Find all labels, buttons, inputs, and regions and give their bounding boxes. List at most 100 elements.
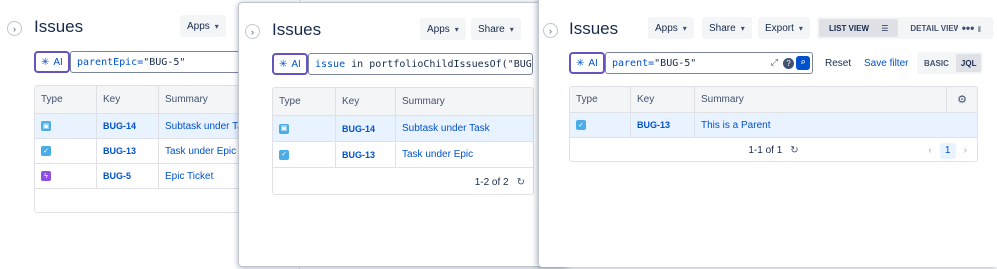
jql-query-input[interactable]: parentEpic= "BUG-5" xyxy=(70,51,250,73)
settings-sliders-icon: ⚙ xyxy=(957,94,967,106)
column-header-type[interactable]: Type xyxy=(570,87,631,112)
result-count: 1-1 of 1 xyxy=(748,145,783,156)
issue-summary[interactable]: Task under Epic xyxy=(396,142,533,167)
export-label: Export xyxy=(765,22,794,34)
chevron-down-icon: ▾ xyxy=(214,21,219,31)
subtask-icon: ▣ xyxy=(279,123,289,134)
ai-button[interactable]: ✳ AI xyxy=(272,53,308,75)
expand-sidebar-button[interactable]: › xyxy=(245,24,260,39)
help-icon[interactable]: ? xyxy=(783,57,794,69)
expand-sidebar-button[interactable]: › xyxy=(7,21,22,36)
issue-summary[interactable]: This is a Parent xyxy=(695,113,977,137)
apps-button[interactable]: Apps ▾ xyxy=(180,15,226,37)
jql-query-input[interactable]: issue in portfolioChildIssuesOf("BUG-5") xyxy=(308,53,533,75)
type-cell: ✓ xyxy=(35,139,97,163)
stage: › Issues Apps ▾ ✳ AI parentEpic= "BUG-5" Ty… xyxy=(0,0,997,269)
next-page-icon[interactable]: › xyxy=(964,145,967,156)
type-cell: ✓ xyxy=(273,142,336,167)
result-count: 1-2 of 2 xyxy=(474,176,509,188)
issue-key[interactable]: BUG-14 xyxy=(336,116,396,141)
query-function: portfolioChildIssuesOf("BUG-5") xyxy=(369,58,532,70)
basic-mode-button[interactable]: BASIC xyxy=(919,54,954,72)
type-cell: ▣ xyxy=(273,116,336,141)
chevron-down-icon: ▾ xyxy=(454,24,459,34)
reset-button[interactable]: Reset xyxy=(825,58,851,69)
issue-key[interactable]: BUG-13 xyxy=(631,113,695,137)
column-header-summary[interactable]: Summary xyxy=(695,87,947,112)
apps-label: Apps xyxy=(427,23,450,35)
table-header: Type Key Summary ⚙ xyxy=(570,87,977,113)
search-mode-toggle: BASIC JQL xyxy=(917,52,984,74)
table-row[interactable]: ϟ BUG-5 Epic Ticket xyxy=(35,164,263,189)
more-icon: ••• xyxy=(961,21,975,35)
apps-label: Apps xyxy=(655,22,678,34)
table-row[interactable]: ▣ BUG-14 Subtask under Task xyxy=(273,116,533,142)
page-title: Issues xyxy=(569,19,619,38)
sparkle-icon: ✳ xyxy=(279,58,288,70)
pagination: 1-2 of 2 ↻ xyxy=(273,170,533,194)
task-icon: ✓ xyxy=(41,146,51,156)
subtask-icon: ▣ xyxy=(41,121,51,131)
table-row[interactable]: ✓ BUG-13 This is a Parent xyxy=(570,113,977,138)
sparkle-icon: ✳ xyxy=(576,57,585,69)
expand-sidebar-button[interactable]: › xyxy=(543,23,558,38)
column-header-type[interactable]: Type xyxy=(273,88,336,115)
issues-panel-2: › Issues Apps ▾ Share ▾ ✳ AI issue in portf… xyxy=(238,2,568,267)
refresh-icon[interactable]: ↻ xyxy=(790,145,798,156)
ai-button[interactable]: ✳ AI xyxy=(34,51,70,73)
column-header-summary[interactable]: Summary xyxy=(396,88,533,115)
apps-button[interactable]: Apps ▾ xyxy=(420,18,466,40)
sparkle-icon: ✳ xyxy=(41,56,50,68)
table-row[interactable]: ▣ BUG-14 Subtask under Task xyxy=(35,114,263,139)
ai-label: AI xyxy=(588,57,598,69)
prev-page-icon[interactable]: ‹ xyxy=(928,145,931,156)
share-button[interactable]: Share ▾ xyxy=(471,18,521,40)
column-header-key[interactable]: Key xyxy=(336,88,396,115)
query-operator: in xyxy=(351,58,364,70)
type-cell: ϟ xyxy=(35,164,97,188)
column-header-key[interactable]: Key xyxy=(97,86,159,113)
export-button[interactable]: Export ▾ xyxy=(758,17,810,39)
issue-key[interactable]: BUG-13 xyxy=(336,142,396,167)
issue-key[interactable]: BUG-13 xyxy=(97,139,159,163)
column-header-type[interactable]: Type xyxy=(35,86,97,113)
expand-icon[interactable]: ⤢ xyxy=(771,58,778,68)
chevron-down-icon: ▾ xyxy=(682,23,687,33)
epic-icon: ϟ xyxy=(41,171,51,181)
query-value: "BUG-5" xyxy=(143,56,186,68)
ai-label: AI xyxy=(53,56,63,68)
share-label: Share xyxy=(478,23,505,35)
query-field: issue xyxy=(315,58,346,70)
share-label: Share xyxy=(709,22,736,34)
page-number[interactable]: 1 xyxy=(939,142,956,159)
pagination: 1-1 of 1 ↻ ‹ 1 › xyxy=(570,139,977,161)
column-settings-button[interactable]: ⚙ xyxy=(947,87,977,112)
issue-key[interactable]: BUG-5 xyxy=(97,164,159,188)
query-field: parentEpic= xyxy=(77,56,144,68)
chevron-right-icon: › xyxy=(251,26,254,37)
jql-mode-button[interactable]: JQL xyxy=(955,54,982,72)
query-field: parent= xyxy=(612,57,655,69)
issues-panel-3: › Issues Apps ▾ Share ▾ Export ▾ LIST VIEW … xyxy=(538,0,997,267)
issue-key[interactable]: BUG-14 xyxy=(97,114,159,138)
jql-query-input[interactable]: parent= "BUG-5" ⤢ ? ⌕ xyxy=(605,52,813,74)
issue-summary[interactable]: Subtask under Task xyxy=(396,116,533,141)
page-title: Issues xyxy=(272,20,322,39)
share-button[interactable]: Share ▾ xyxy=(702,17,752,39)
table-header: Type Key Summary xyxy=(35,86,263,114)
more-actions-button[interactable]: ••• xyxy=(958,18,978,38)
save-filter-button[interactable]: Save filter xyxy=(864,58,908,69)
refresh-icon[interactable]: ↻ xyxy=(517,177,525,188)
column-header-key[interactable]: Key xyxy=(631,87,695,112)
table-header: Type Key Summary xyxy=(273,88,533,116)
search-icon[interactable]: ⌕ xyxy=(796,56,810,70)
chevron-down-icon: ▾ xyxy=(798,23,803,33)
issues-table: Type Key Summary ▣ BUG-14 Subtask under … xyxy=(34,85,264,213)
table-row[interactable]: ✓ BUG-13 Task under Epic xyxy=(35,139,263,164)
issues-table: Type Key Summary ▣ BUG-14 Subtask under … xyxy=(272,87,534,195)
type-cell: ▣ xyxy=(35,114,97,138)
table-row[interactable]: ✓ BUG-13 Task under Epic xyxy=(273,142,533,168)
apps-button[interactable]: Apps ▾ xyxy=(648,17,694,39)
list-view-button[interactable]: LIST VIEW ☰ xyxy=(819,19,899,37)
ai-button[interactable]: ✳ AI xyxy=(569,52,605,74)
